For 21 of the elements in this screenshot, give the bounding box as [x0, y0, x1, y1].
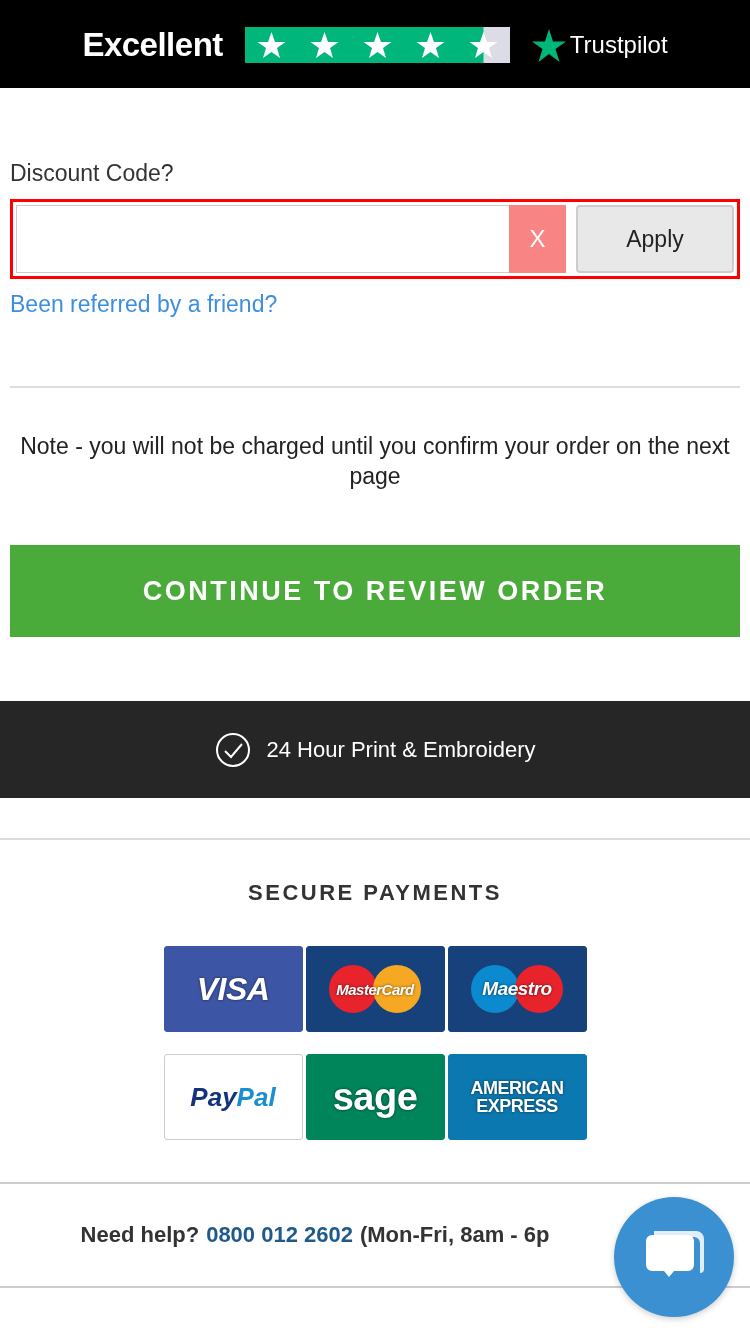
check-circle-icon [214, 731, 251, 768]
brand-name: Trustpilot [569, 31, 668, 59]
discount-input-field[interactable] [16, 205, 509, 273]
phone-link[interactable]: 0800 012 2602 [206, 1222, 353, 1248]
order-note: Note - you will not be charged until you confirm your order on the next page [19, 432, 731, 491]
rating-label: Excellent [82, 26, 223, 64]
card-logo-text: PayPal [190, 1081, 276, 1113]
card-logo-text: sage [332, 1075, 418, 1119]
hours-text: (Mon-Fri, 8am - 6p [359, 1222, 550, 1248]
card-logo-text: VISA [196, 970, 270, 1008]
help-text: Need help? [80, 1222, 200, 1248]
star-icon [531, 28, 566, 62]
card-logo-text: AMERICAN EXPRESS [470, 1079, 564, 1115]
clear-button[interactable]: X [509, 205, 566, 273]
discount-label: Discount Code? [10, 160, 175, 187]
section-title: SECURE PAYMENTS [248, 880, 502, 906]
continue-button[interactable]: CONTINUE TO REVIEW ORDER [10, 545, 740, 637]
chat-button[interactable] [614, 1197, 734, 1317]
feature-text: 24 Hour Print & Embroidery [266, 736, 536, 763]
referral-link[interactable]: Been referred by a friend? [10, 291, 740, 318]
apply-button[interactable]: Apply [576, 205, 734, 273]
